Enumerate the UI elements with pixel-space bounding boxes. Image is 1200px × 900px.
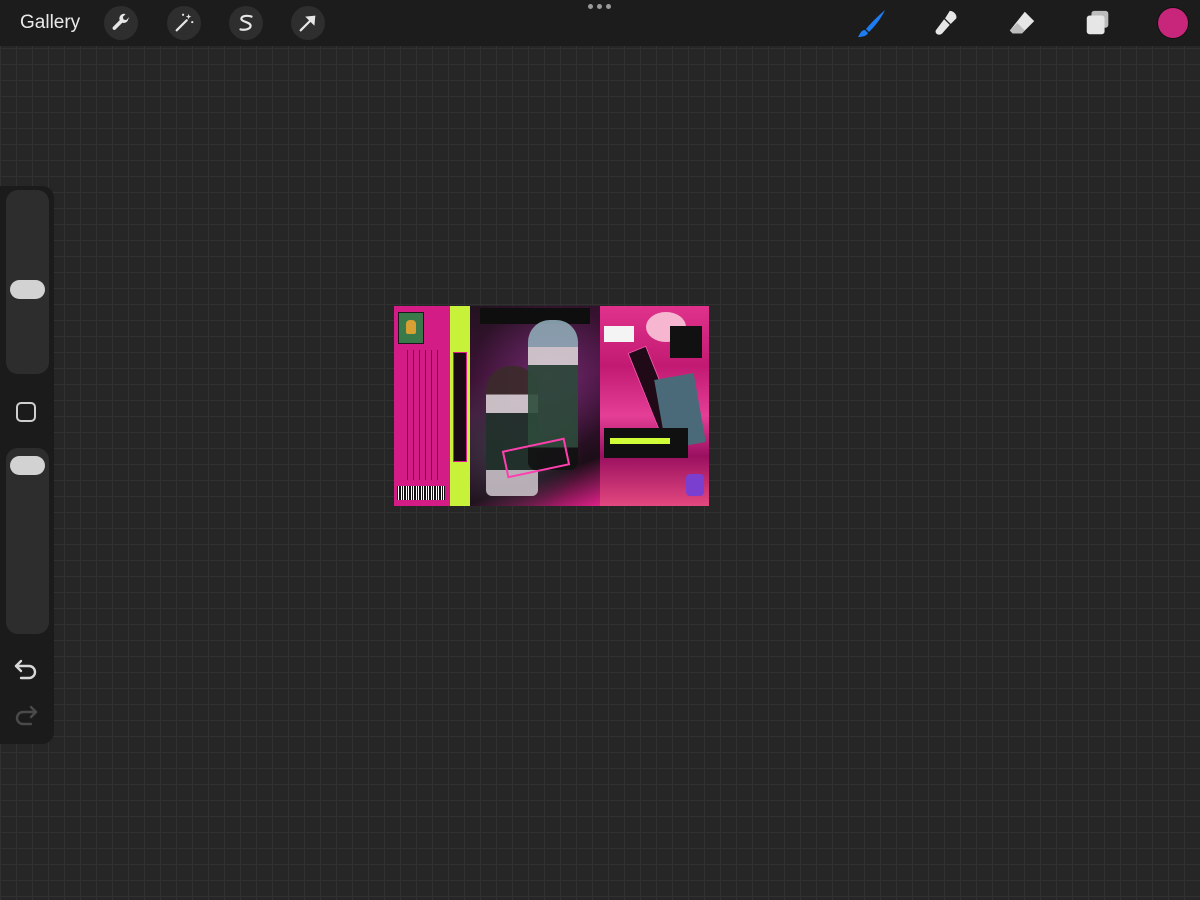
artwork-front-cover bbox=[470, 306, 600, 506]
layers-icon bbox=[1086, 10, 1109, 35]
paint-tool-button[interactable] bbox=[855, 6, 889, 40]
artwork-back-flap bbox=[394, 306, 450, 506]
left-sidebar bbox=[0, 186, 54, 744]
dot bbox=[588, 4, 593, 9]
brush-size-slider[interactable] bbox=[6, 190, 49, 374]
undo-icon[interactable] bbox=[13, 658, 39, 680]
modify-button[interactable] bbox=[16, 402, 36, 422]
magic-wand-icon bbox=[175, 13, 194, 32]
artwork-black-box bbox=[670, 326, 702, 358]
color-picker-swatch[interactable] bbox=[1158, 8, 1188, 38]
eraser-tool-button[interactable] bbox=[1005, 6, 1039, 40]
smudge-icon bbox=[935, 10, 957, 35]
transform-button[interactable] bbox=[291, 6, 325, 40]
artwork-tracklist-lines bbox=[402, 350, 442, 480]
opacity-slider[interactable] bbox=[6, 448, 49, 634]
artwork-front-header bbox=[480, 308, 590, 324]
opacity-thumb[interactable] bbox=[10, 456, 45, 475]
artwork-spine-title bbox=[453, 352, 467, 462]
adjustments-button[interactable] bbox=[167, 6, 201, 40]
layers-button[interactable] bbox=[1081, 6, 1115, 40]
redo-icon[interactable] bbox=[13, 704, 39, 726]
selection-icon bbox=[239, 14, 253, 31]
brush-size-thumb[interactable] bbox=[10, 280, 45, 299]
top-toolbar: Gallery bbox=[0, 0, 1200, 46]
more-options-handle[interactable] bbox=[588, 4, 611, 9]
smudge-tool-button[interactable] bbox=[929, 6, 963, 40]
brush-icon bbox=[858, 10, 885, 37]
dot bbox=[597, 4, 602, 9]
actions-button[interactable] bbox=[104, 6, 138, 40]
artwork-thumbnail bbox=[398, 312, 424, 344]
artwork-barcode bbox=[397, 486, 445, 500]
artwork-charm bbox=[686, 474, 704, 496]
wrench-icon bbox=[112, 13, 130, 30]
eraser-icon bbox=[1009, 11, 1035, 34]
dot bbox=[606, 4, 611, 9]
selection-button[interactable] bbox=[229, 6, 263, 40]
artwork-back-cover bbox=[600, 306, 709, 506]
gallery-button[interactable]: Gallery bbox=[20, 12, 80, 34]
transform-arrow-icon bbox=[299, 15, 316, 32]
artwork-canvas[interactable] bbox=[394, 306, 709, 506]
artwork-label-strip bbox=[604, 428, 688, 458]
artwork-sticker bbox=[604, 326, 634, 342]
